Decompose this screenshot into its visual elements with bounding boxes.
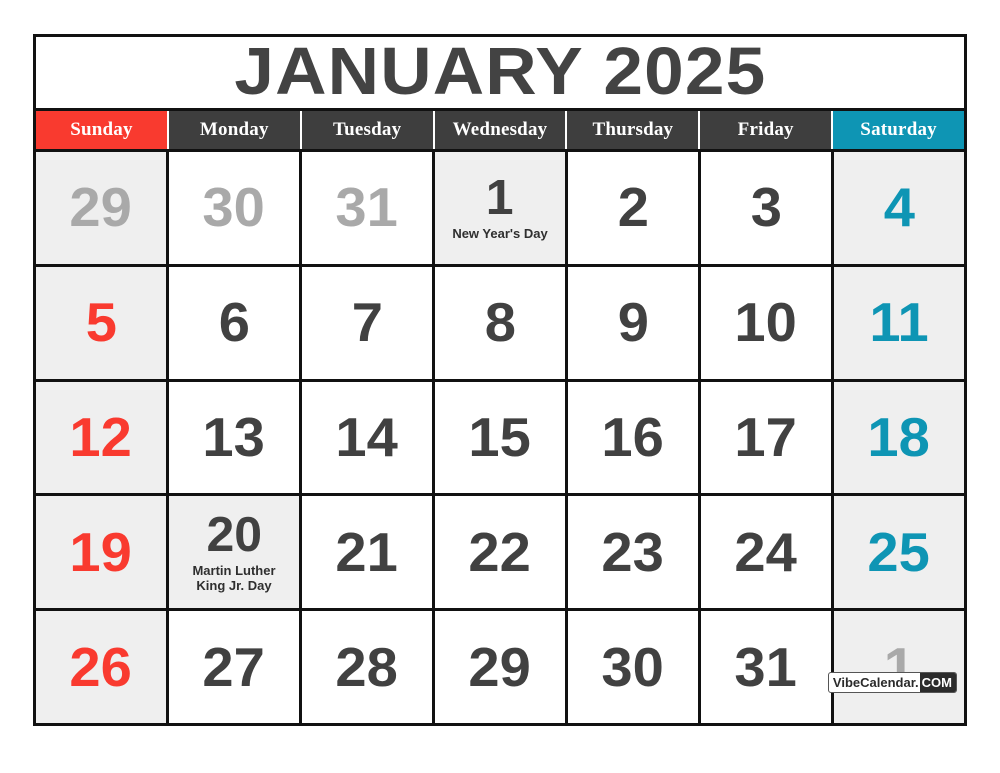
day-number: 5: [85, 291, 117, 354]
day-cell[interactable]: 8: [435, 266, 565, 379]
week-row: 26 27 28 29 30 31 1: [36, 611, 964, 723]
day-number: 2: [617, 176, 649, 239]
day-number: 23: [601, 520, 665, 583]
day-cell[interactable]: 23: [568, 496, 698, 609]
weekday-header-sunday: Sunday: [36, 111, 169, 149]
day-cell[interactable]: 24: [701, 496, 831, 609]
day-cell[interactable]: 26: [36, 611, 166, 723]
calendar-grid: 29 30 31 1 New Year's Day 2 3 4 5 6 7 8 9 10 11 12 13 14 1…: [36, 149, 964, 723]
day-number: 27: [202, 635, 266, 698]
day-number: 31: [734, 635, 798, 698]
weekday-label: Saturday: [860, 119, 937, 140]
week-row: 19 20 Martin Luther King Jr. Day 21 22 23 24 25: [36, 496, 964, 609]
weekday-label: Thursday: [592, 119, 674, 140]
weekday-label: Wednesday: [452, 119, 548, 140]
weekday-header-monday: Monday: [168, 111, 302, 149]
weekday-label: Friday: [737, 119, 794, 140]
weekday-header-thursday: Thursday: [567, 111, 701, 149]
day-cell[interactable]: 30: [169, 152, 299, 264]
day-cell[interactable]: 12: [36, 381, 166, 494]
weekday-header-friday: Friday: [700, 111, 834, 149]
day-number: 24: [734, 520, 798, 583]
day-number: 20: [206, 508, 262, 563]
weekday-header-saturday: Saturday: [833, 111, 965, 149]
day-number: 8: [484, 291, 516, 354]
day-number: 30: [601, 635, 665, 698]
day-cell[interactable]: 22: [435, 496, 565, 609]
day-cell[interactable]: 25: [834, 496, 964, 609]
day-number: 3: [750, 176, 782, 239]
day-number: 9: [617, 291, 649, 354]
day-cell[interactable]: 3: [701, 152, 831, 264]
weekday-header-wednesday: Wednesday: [434, 111, 568, 149]
day-number: 25: [867, 520, 931, 583]
day-number: 30: [202, 176, 266, 239]
weekday-header-row: Sunday Monday Tuesday Wednesday Thursday Frid…: [36, 111, 965, 149]
holiday-label: New Year's Day: [452, 226, 548, 242]
day-number: 10: [734, 291, 798, 354]
day-cell[interactable]: 4: [834, 152, 964, 264]
day-cell[interactable]: 31: [701, 611, 831, 723]
day-cell[interactable]: 21: [302, 496, 432, 609]
day-number: 12: [69, 405, 133, 468]
weekday-label: Tuesday: [333, 119, 402, 140]
day-number: 22: [468, 520, 532, 583]
day-number: 15: [468, 405, 532, 468]
day-number: 14: [335, 405, 399, 468]
day-number: 21: [335, 520, 399, 583]
day-cell[interactable]: 17: [701, 381, 831, 494]
day-cell[interactable]: 15: [435, 381, 565, 494]
day-cell[interactable]: 28: [302, 611, 432, 723]
day-cell[interactable]: 29: [36, 152, 166, 264]
weekday-label: Monday: [199, 119, 269, 140]
day-cell[interactable]: 29: [435, 611, 565, 723]
watermark: VibeCalendar. COM: [827, 672, 957, 693]
day-cell[interactable]: 1: [834, 611, 964, 723]
day-number: 4: [883, 176, 915, 239]
day-number: 13: [202, 405, 266, 468]
day-cell[interactable]: 10: [701, 266, 831, 379]
day-cell[interactable]: 6: [169, 266, 299, 379]
day-cell[interactable]: 14: [302, 381, 432, 494]
day-cell[interactable]: 11: [834, 266, 964, 379]
day-cell[interactable]: 2: [568, 152, 698, 264]
week-row: 5 6 7 8 9 10 11: [36, 266, 964, 379]
weekday-header-tuesday: Tuesday: [301, 111, 435, 149]
day-number: 29: [468, 635, 532, 698]
day-cell[interactable]: 31: [302, 152, 432, 264]
day-cell[interactable]: 27: [169, 611, 299, 723]
day-cell[interactable]: 30: [568, 611, 698, 723]
calendar-title-bar: JANUARY 2025: [36, 37, 964, 111]
calendar: JANUARY 2025 Sunday Monday Tuesday Wednesda…: [33, 34, 967, 726]
day-number: 29: [69, 176, 133, 239]
day-number: 7: [351, 291, 383, 354]
day-number: 26: [69, 635, 133, 698]
day-number: 17: [734, 405, 798, 468]
day-number: 6: [218, 291, 250, 354]
watermark-tld: COM: [919, 673, 956, 692]
day-cell[interactable]: 20 Martin Luther King Jr. Day: [169, 496, 299, 609]
day-number: 18: [867, 405, 931, 468]
day-cell[interactable]: 1 New Year's Day: [435, 152, 565, 264]
day-cell[interactable]: 19: [36, 496, 166, 609]
day-number: 1: [486, 171, 514, 226]
week-row: 29 30 31 1 New Year's Day 2 3 4: [36, 152, 964, 264]
day-number: 11: [869, 291, 929, 354]
day-cell[interactable]: 5: [36, 266, 166, 379]
day-number: 19: [69, 520, 133, 583]
watermark-name: VibeCalendar.: [832, 675, 919, 690]
holiday-label: Martin Luther King Jr. Day: [192, 563, 276, 593]
week-row: 12 13 14 15 16 17 18: [36, 381, 964, 494]
day-cell[interactable]: 13: [169, 381, 299, 494]
day-number: 16: [601, 405, 665, 468]
day-number: 31: [335, 176, 399, 239]
day-cell[interactable]: 7: [302, 266, 432, 379]
weekday-label: Sunday: [70, 119, 133, 140]
page-title: JANUARY 2025: [234, 34, 766, 110]
day-cell[interactable]: 18: [834, 381, 964, 494]
day-cell[interactable]: 16: [568, 381, 698, 494]
day-number: 28: [335, 635, 399, 698]
day-cell[interactable]: 9: [568, 266, 698, 379]
